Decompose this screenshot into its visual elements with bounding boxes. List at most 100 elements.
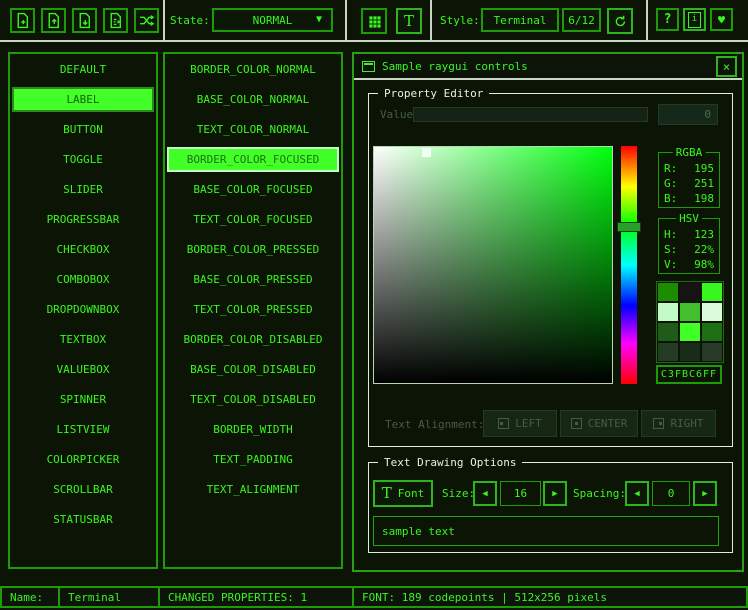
load-style-file-button[interactable]: [41, 8, 66, 33]
file-save-icon: [76, 12, 93, 29]
list-item-border_color_normal[interactable]: BORDER_COLOR_NORMAL: [167, 57, 339, 82]
toolbar-divider: [345, 0, 347, 40]
align-left-button-label: LEFT: [515, 417, 542, 430]
align-center-button-label: CENTER: [588, 417, 628, 430]
font-preview-button[interactable]: T: [396, 8, 422, 34]
list-item-label[interactable]: LABEL: [12, 87, 154, 112]
style-color-swatch: [702, 343, 722, 361]
color-value-row: B:198: [664, 191, 714, 206]
list-item-base_color_normal[interactable]: BASE_COLOR_NORMAL: [167, 87, 339, 112]
spacing-decrement-button[interactable]: ◀: [625, 481, 649, 506]
reset-style-button[interactable]: [607, 8, 633, 34]
save-style-file-button[interactable]: [72, 8, 97, 33]
list-item-dropdownbox[interactable]: DROPDOWNBOX: [12, 297, 154, 322]
list-item-valuebox[interactable]: VALUEBOX: [12, 357, 154, 382]
list-item-scrollbar[interactable]: SCROLLBAR: [12, 477, 154, 502]
style-color-swatch: [680, 303, 700, 321]
list-item-progressbar[interactable]: PROGRESSBAR: [12, 207, 154, 232]
shuffle-icon: [138, 12, 155, 29]
state-dropdown[interactable]: NORMAL ▼: [212, 8, 333, 32]
style-counter-button[interactable]: 6/12: [562, 8, 601, 32]
list-item-colorpicker[interactable]: COLORPICKER: [12, 447, 154, 472]
style-table-button[interactable]: [361, 8, 387, 34]
font-button-label: Font: [398, 487, 425, 500]
letter-t-icon: T: [382, 486, 392, 501]
spacing-increment-button[interactable]: ▶: [693, 481, 717, 506]
value-box: 0: [658, 104, 718, 125]
rgba-panel-title: RGBA: [673, 146, 706, 159]
arrow-right-icon: ▶: [552, 489, 557, 499]
window-titlebar[interactable]: Sample raygui controls ×: [354, 54, 742, 80]
toolbar-divider: [163, 0, 165, 40]
font-button[interactable]: T Font: [373, 480, 433, 507]
toolbar: State: NORMAL ▼ T Style: Terminal 6/12 ?…: [0, 0, 748, 42]
list-item-text_padding[interactable]: TEXT_PADDING: [167, 447, 339, 472]
statusbar-style-name: Terminal: [60, 588, 160, 606]
color-panel[interactable]: [373, 146, 613, 384]
spacing-value-box[interactable]: 0: [652, 481, 690, 506]
list-item-text_alignment[interactable]: TEXT_ALIGNMENT: [167, 477, 339, 502]
file-open-icon: [45, 12, 62, 29]
list-item-base_color_pressed[interactable]: BASE_COLOR_PRESSED: [167, 267, 339, 292]
list-item-base_color_disabled[interactable]: BASE_COLOR_DISABLED: [167, 357, 339, 382]
rgba-panel: RGBA R:195G:251B:198: [658, 152, 720, 208]
list-item-statusbar[interactable]: STATUSBAR: [12, 507, 154, 532]
hue-slider[interactable]: [621, 146, 637, 384]
close-icon: ×: [723, 61, 730, 73]
list-item-border_color_pressed[interactable]: BORDER_COLOR_PRESSED: [167, 237, 339, 262]
help-button[interactable]: ?: [656, 8, 679, 31]
list-item-button[interactable]: BUTTON: [12, 117, 154, 142]
hex-value-box[interactable]: C3FBC6FF: [656, 365, 722, 384]
arrow-right-icon: ▶: [702, 489, 707, 499]
style-color-swatch: [680, 343, 700, 361]
list-item-textbox[interactable]: TEXTBOX: [12, 327, 154, 352]
list-item-border_color_focused[interactable]: BORDER_COLOR_FOCUSED: [167, 147, 339, 172]
align-center-icon: [571, 418, 582, 429]
list-item-toggle[interactable]: TOGGLE: [12, 147, 154, 172]
random-style-button[interactable]: [134, 8, 159, 33]
state-label: State:: [170, 14, 210, 27]
align-left-icon: [498, 418, 509, 429]
text-drawing-options-title: Text Drawing Options: [378, 456, 522, 469]
sample-text-input[interactable]: sample text: [373, 516, 719, 546]
hue-slider-handle[interactable]: [617, 222, 641, 232]
list-item-text_color_pressed[interactable]: TEXT_COLOR_PRESSED: [167, 297, 339, 322]
window-close-button[interactable]: ×: [716, 56, 737, 77]
heart-icon: ♥: [718, 14, 725, 26]
list-item-text_color_disabled[interactable]: TEXT_COLOR_DISABLED: [167, 387, 339, 412]
align-center-button: CENTER: [560, 410, 638, 437]
style-color-swatch: [680, 323, 700, 341]
list-item-listview[interactable]: LISTVIEW: [12, 417, 154, 442]
export-style-button[interactable]: [103, 8, 128, 33]
arrow-left-icon: ◀: [482, 489, 487, 499]
color-selector[interactable]: [422, 148, 431, 157]
hsv-panel-title: HSV: [676, 212, 702, 225]
style-color-swatch: [658, 283, 678, 301]
list-item-base_color_focused[interactable]: BASE_COLOR_FOCUSED: [167, 177, 339, 202]
list-item-text_color_normal[interactable]: TEXT_COLOR_NORMAL: [167, 117, 339, 142]
color-value-row: G:251: [664, 176, 714, 191]
text-alignment-label: Text Alignment:: [385, 418, 484, 431]
list-item-border_width[interactable]: BORDER_WIDTH: [167, 417, 339, 442]
sample-controls-window: Sample raygui controls × Property Editor…: [352, 52, 744, 572]
list-item-checkbox[interactable]: CHECKBOX: [12, 237, 154, 262]
align-right-button-label: RIGHT: [670, 417, 703, 430]
style-color-grid: [656, 281, 724, 363]
sponsor-button[interactable]: ♥: [710, 8, 733, 31]
size-decrement-button[interactable]: ◀: [473, 481, 497, 506]
align-left-button: LEFT: [483, 410, 557, 437]
style-color-swatch: [702, 303, 722, 321]
new-style-file-button[interactable]: [10, 8, 35, 33]
size-increment-button[interactable]: ▶: [543, 481, 567, 506]
list-item-text_color_focused[interactable]: TEXT_COLOR_FOCUSED: [167, 207, 339, 232]
rguistyler-app: State: NORMAL ▼ T Style: Terminal 6/12 ?…: [0, 0, 748, 610]
list-item-default[interactable]: DEFAULT: [12, 57, 154, 82]
size-value-box[interactable]: 16: [500, 481, 541, 506]
list-item-spinner[interactable]: SPINNER: [12, 387, 154, 412]
list-item-combobox[interactable]: COMBOBOX: [12, 267, 154, 292]
about-button[interactable]: i: [683, 8, 706, 31]
file-new-icon: [14, 12, 31, 29]
list-item-border_color_disabled[interactable]: BORDER_COLOR_DISABLED: [167, 327, 339, 352]
style-name-button[interactable]: Terminal: [481, 8, 559, 32]
list-item-slider[interactable]: SLIDER: [12, 177, 154, 202]
